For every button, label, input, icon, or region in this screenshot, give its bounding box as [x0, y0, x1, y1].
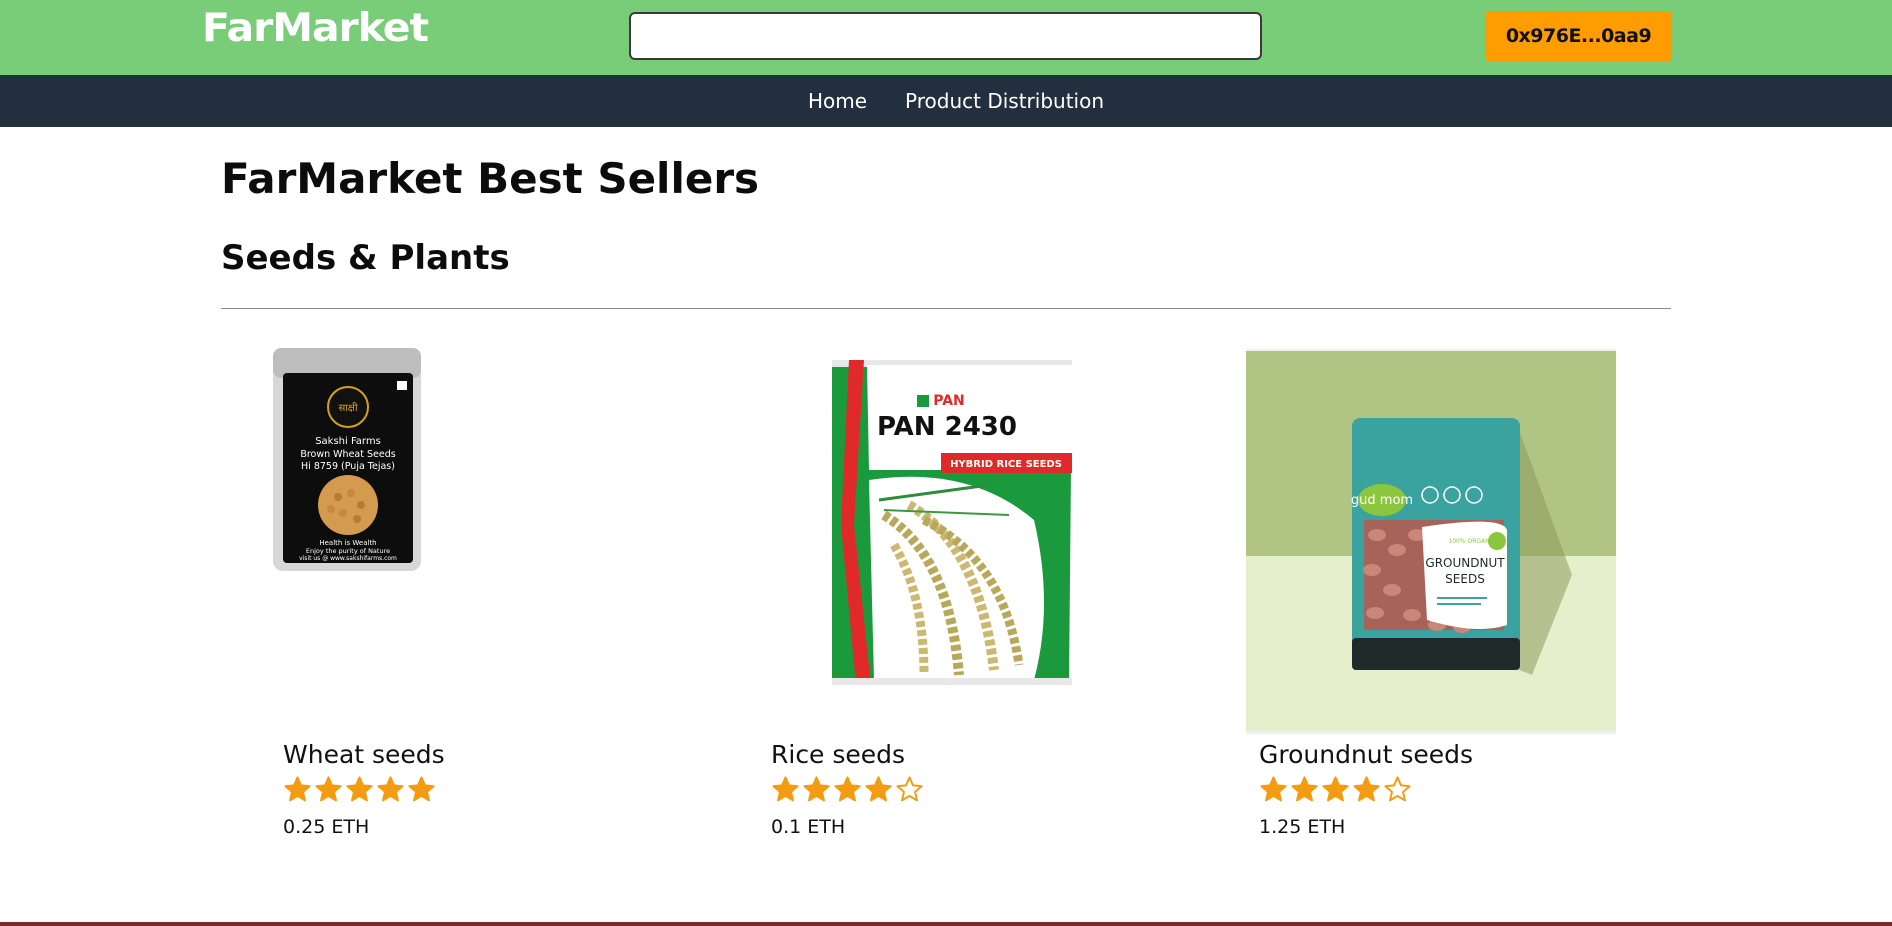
star-filled-icon [315, 776, 342, 802]
star-filled-icon [377, 776, 404, 802]
wheat-seeds-image[interactable]: साक्षी Sakshi Farms Brown Wheat Seeds Hi… [221, 345, 641, 735]
groundnut-pkg-title1: GROUNDNUT [1425, 556, 1505, 570]
star-filled-icon [1260, 776, 1287, 802]
product-name[interactable]: Rice seeds [771, 740, 905, 769]
product-price: 0.1 ETH [771, 816, 846, 838]
page-title: FarMarket Best Sellers [221, 154, 760, 203]
product-card-wheat[interactable]: साक्षी Sakshi Farms Brown Wheat Seeds Hi… [221, 345, 641, 845]
star-empty-icon [896, 776, 923, 802]
svg-text:साक्षी: साक्षी [338, 402, 358, 414]
top-header: FarMarket 0x976E...0aa9 [0, 0, 1892, 75]
star-filled-icon [1353, 776, 1380, 802]
star-filled-icon [408, 776, 435, 802]
rice-pkg-brand: PAN [933, 393, 965, 409]
star-filled-icon [1291, 776, 1318, 802]
main-nav: Home Product Distribution [0, 75, 1892, 127]
product-name[interactable]: Groundnut seeds [1259, 740, 1473, 769]
product-price: 1.25 ETH [1259, 816, 1346, 838]
groundnut-pkg-badge: 100% ORGANIC [1448, 538, 1495, 545]
star-filled-icon [772, 776, 799, 802]
star-filled-icon [346, 776, 373, 802]
product-name[interactable]: Wheat seeds [283, 740, 445, 769]
star-filled-icon [1322, 776, 1349, 802]
star-filled-icon [803, 776, 830, 802]
star-filled-icon [284, 776, 311, 802]
rating-stars [283, 775, 436, 804]
rating-stars [1259, 775, 1412, 804]
star-empty-icon [1384, 776, 1411, 802]
nav-home-link[interactable]: Home [808, 89, 867, 113]
groundnut-seeds-image[interactable]: gud mom 100% ORGANIC GROUNDNUT SEEDS [1197, 345, 1617, 735]
rating-stars [771, 775, 924, 804]
wallet-address-button[interactable]: 0x976E...0aa9 [1485, 11, 1672, 61]
search-input[interactable] [629, 12, 1262, 60]
wheat-pkg-foot1: Health is Wealth [319, 539, 376, 547]
wheat-pkg-line1: Brown Wheat Seeds [300, 449, 395, 460]
rice-seeds-image[interactable]: PAN PAN 2430 HYBRID RICE SEEDS [709, 345, 1129, 735]
product-price: 0.25 ETH [283, 816, 370, 838]
nav-product-distribution-link[interactable]: Product Distribution [905, 89, 1104, 113]
footer-edge [0, 922, 1892, 926]
section-divider [221, 308, 1671, 309]
rice-pkg-model: PAN 2430 [877, 412, 1017, 442]
rice-pkg-tag: HYBRID RICE SEEDS [950, 459, 1062, 470]
wheat-pkg-foot3: visit us @ www.sakshifarms.com [299, 555, 397, 562]
product-card-rice[interactable]: PAN PAN 2430 HYBRID RICE SEEDS Rice seed… [709, 345, 1129, 845]
groundnut-pkg-brand: gud mom [1351, 493, 1413, 508]
wheat-pkg-brand: Sakshi Farms [315, 436, 381, 447]
nav-items: Home Product Distribution [0, 75, 1892, 127]
star-filled-icon [865, 776, 892, 802]
wheat-pkg-foot2: Enjoy the purity of Nature [306, 547, 390, 555]
product-card-groundnut[interactable]: gud mom 100% ORGANIC GROUNDNUT SEEDS Gro… [1197, 345, 1617, 845]
section-title: Seeds & Plants [221, 238, 510, 278]
wheat-pkg-line2: Hi 8759 (Puja Tejas) [301, 461, 395, 472]
farmarket-logo[interactable]: FarMarket [202, 6, 429, 51]
star-filled-icon [834, 776, 861, 802]
groundnut-pkg-title2: SEEDS [1445, 572, 1485, 586]
